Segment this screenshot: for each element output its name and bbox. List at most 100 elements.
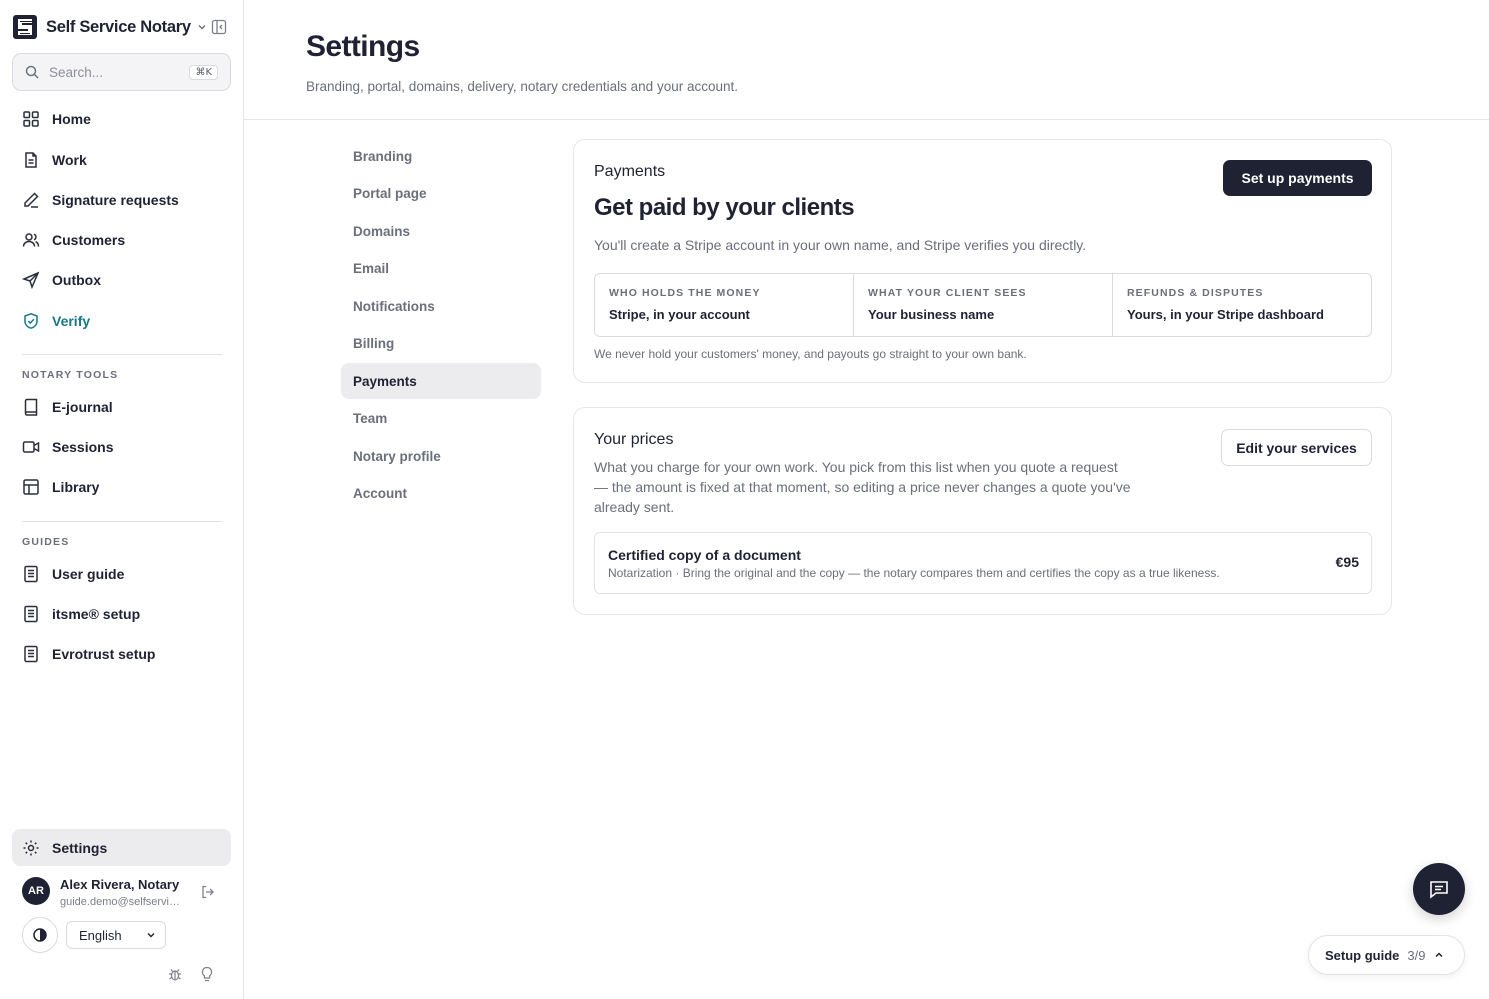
section-label-guides: GUIDES (22, 536, 70, 548)
set-up-payments-button[interactable]: Set up payments (1223, 160, 1372, 196)
sidebar-item-work[interactable]: Work (12, 142, 231, 178)
sidebar-item-label: E-journal (52, 399, 113, 415)
sidebar-item-itsme-setup[interactable]: itsme® setup (12, 596, 231, 632)
sidebar-item-label: Signature requests (52, 192, 179, 208)
user-profile: AR Alex Rivera, Notary guide.demo@selfse… (22, 875, 232, 911)
sidebar-item-evrotrust-setup[interactable]: Evrotrust setup (12, 636, 231, 672)
price-item-amount: €95 (1335, 554, 1359, 570)
card-description: You'll create a Stripe account in your o… (594, 237, 1087, 253)
theme-toggle-button[interactable] (22, 917, 58, 953)
sidebar-item-settings[interactable]: Settings (12, 829, 231, 866)
sidebar-item-label: Evrotrust setup (52, 646, 156, 662)
settings-nav-notary-profile[interactable]: Notary profile (341, 438, 541, 474)
gear-icon (23, 840, 39, 855)
chevron-up-icon (1435, 952, 1443, 958)
fact-label: WHAT YOUR CLIENT SEES (868, 287, 1027, 299)
page-title: Settings (306, 30, 420, 63)
section-label-notary-tools: NOTARY TOOLS (22, 369, 119, 381)
price-item-description: Notarization · Bring the original and th… (608, 566, 1220, 580)
settings-nav-domains[interactable]: Domains (341, 213, 541, 249)
sidebar-item-label: Sessions (52, 439, 114, 455)
edit-services-button[interactable]: Edit your services (1221, 429, 1372, 466)
price-item-name: Certified copy of a document (608, 547, 801, 563)
sidebar-item-label: Verify (52, 313, 91, 329)
language-value: English (79, 927, 122, 943)
sidebar-item-label: Work (52, 152, 87, 168)
sidebar-item-user-guide[interactable]: User guide (12, 556, 231, 592)
card-heading: Get paid by your clients (594, 194, 855, 221)
payment-facts: WHO HOLDS THE MONEY Stripe, in your acco… (594, 273, 1372, 337)
chat-button[interactable] (1413, 863, 1465, 915)
lightbulb-icon[interactable] (199, 966, 215, 982)
sidebar-item-label: itsme® setup (52, 606, 141, 622)
fact-label: REFUNDS & DISPUTES (1127, 287, 1264, 299)
users-icon (22, 233, 40, 247)
pen-icon (24, 192, 39, 208)
sidebar: Self Service Notary Search... ⌘K Home Wo… (0, 0, 244, 999)
payments-card: Payments Get paid by your clients You'll… (573, 139, 1392, 383)
sidebar-divider (22, 354, 222, 355)
fact-money-holder: WHO HOLDS THE MONEY Stripe, in your acco… (595, 274, 854, 336)
sidebar-divider (22, 521, 222, 522)
setup-guide-progress: 3/9 (1407, 947, 1426, 963)
video-icon (22, 441, 40, 453)
settings-nav-payments[interactable]: Payments (341, 363, 541, 399)
fact-value: Your business name (868, 307, 995, 322)
user-email: guide.demo@selfservicenotary.com (60, 896, 182, 908)
sidebar-item-verify[interactable]: Verify (12, 303, 231, 339)
settings-nav-portal-page[interactable]: Portal page (341, 175, 541, 211)
settings-nav-email[interactable]: Email (341, 250, 541, 286)
sidebar-item-library[interactable]: Library (12, 469, 231, 505)
sidebar-item-outbox[interactable]: Outbox (12, 262, 231, 298)
prices-card: Your prices What you charge for your own… (573, 407, 1392, 615)
guide-icon (24, 645, 38, 663)
settings-nav-notifications[interactable]: Notifications (341, 288, 541, 324)
search-shortcut: ⌘K (189, 64, 218, 80)
guide-icon (24, 565, 38, 583)
search-placeholder: Search... (49, 64, 104, 80)
user-name: Alex Rivera, Notary (60, 877, 180, 892)
sidebar-item-home[interactable]: Home (12, 101, 231, 137)
setup-guide-label: Setup guide (1325, 947, 1400, 963)
sidebar-item-label: Settings (52, 839, 108, 856)
sidebar-item-e-journal[interactable]: E-journal (12, 389, 231, 425)
sidebar-item-label: Outbox (52, 272, 101, 288)
fact-refunds: REFUNDS & DISPUTES Yours, in your Stripe… (1113, 274, 1371, 336)
fact-label: WHO HOLDS THE MONEY (609, 287, 761, 299)
app-logo-icon (13, 15, 37, 39)
sidebar-item-label: Home (52, 111, 91, 127)
fact-value: Yours, in your Stripe dashboard (1127, 307, 1324, 322)
settings-nav-branding[interactable]: Branding (341, 138, 541, 174)
settings-nav-account[interactable]: Account (341, 475, 541, 511)
app-name: Self Service Notary (46, 17, 191, 36)
sidebar-item-label: Library (52, 479, 100, 495)
search-input[interactable]: Search... ⌘K (12, 53, 231, 91)
page-subtitle: Branding, portal, domains, delivery, not… (306, 79, 738, 94)
grid-icon (23, 111, 39, 127)
bug-icon[interactable] (167, 966, 183, 982)
collapse-sidebar-icon[interactable] (210, 18, 228, 36)
search-icon (25, 65, 39, 79)
logout-icon[interactable] (200, 884, 216, 900)
sidebar-item-signature-requests[interactable]: Signature requests (12, 182, 231, 218)
sidebar-item-sessions[interactable]: Sessions (12, 429, 231, 465)
settings-nav-billing[interactable]: Billing (341, 325, 541, 361)
card-kicker: Payments (594, 163, 666, 180)
setup-guide-button[interactable]: Setup guide 3/9 (1308, 935, 1465, 975)
price-item[interactable]: Certified copy of a document Notarizatio… (594, 532, 1372, 594)
card-title: Your prices (594, 431, 674, 448)
sidebar-item-label: User guide (52, 566, 125, 582)
document-icon (25, 152, 37, 168)
shield-check-icon (24, 313, 38, 329)
sidebar-item-customers[interactable]: Customers (12, 222, 231, 258)
language-select[interactable]: English (66, 921, 166, 949)
contrast-icon (33, 928, 47, 942)
settings-nav-team[interactable]: Team (341, 400, 541, 436)
fact-value: Stripe, in your account (609, 307, 750, 322)
chat-icon (1430, 881, 1448, 899)
avatar[interactable]: AR (22, 877, 50, 905)
send-icon (22, 271, 40, 289)
workspace-switcher[interactable]: Self Service Notary (13, 14, 208, 40)
card-description: What you charge for your own work. You p… (594, 459, 1131, 515)
fact-client-sees: WHAT YOUR CLIENT SEES Your business name (854, 274, 1113, 336)
